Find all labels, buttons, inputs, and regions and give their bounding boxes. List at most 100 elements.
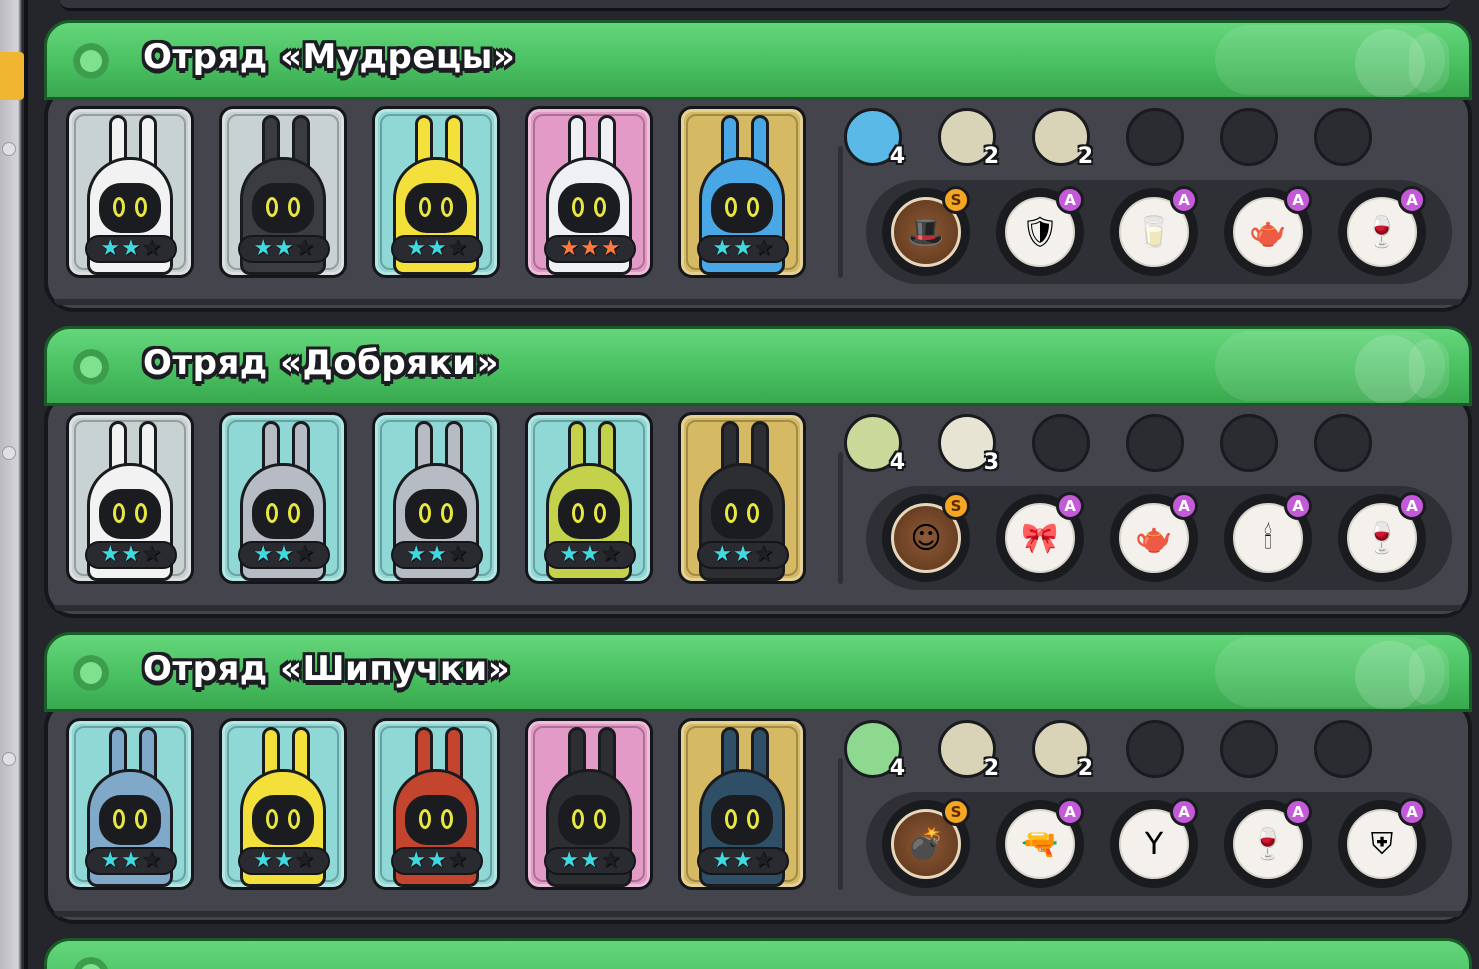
- item-slot[interactable]: ☺ S: [882, 492, 970, 582]
- sword-icon[interactable]: 2: [938, 720, 999, 781]
- star-filled-icon: ★: [100, 542, 121, 567]
- squad-panel: Отряд «Мудрецы» ★ ★ ★ ★ ★ ★ ★ ★ ★ ★ ★ ★ ★ ★ ★ 4 2 2 🎩 S 🛡 A 🥛 A 🫖…: [44, 20, 1472, 312]
- squad-title: Отряд «Мудрецы»: [143, 37, 516, 77]
- trait-count: 2: [1077, 756, 1093, 781]
- hero-card[interactable]: ★ ★ ★: [525, 718, 653, 890]
- item-slot[interactable]: 🍷 A: [1338, 492, 1426, 582]
- rank-badge: A: [1398, 186, 1426, 214]
- hero-eye: [441, 809, 453, 829]
- rank-badge: A: [1170, 798, 1198, 826]
- hero-eye: [266, 197, 278, 217]
- star-rating: ★ ★ ★: [697, 847, 789, 875]
- hero-eye: [113, 809, 125, 829]
- item-slot[interactable]: 🥛 A: [1110, 186, 1198, 276]
- star-filled-icon: ★: [559, 236, 580, 261]
- item-slot[interactable]: 🔫 A: [996, 798, 1084, 888]
- hero-face: [405, 489, 467, 539]
- target-icon[interactable]: 2: [1032, 108, 1093, 169]
- hero-card[interactable]: ★ ★ ★: [678, 412, 806, 584]
- hero-face: [558, 183, 620, 233]
- star-filled-icon: ★: [712, 236, 733, 261]
- item-slot[interactable]: 🎀 A: [996, 492, 1084, 582]
- hero-card[interactable]: ★ ★ ★: [219, 718, 347, 890]
- muscle-arm-icon[interactable]: 3: [938, 414, 999, 475]
- hero-eye: [135, 503, 147, 523]
- hero-eye: [747, 197, 759, 217]
- bomb-icon[interactable]: 4: [844, 720, 905, 781]
- sword-icon[interactable]: 2: [938, 108, 999, 169]
- star-empty-icon: ★: [600, 542, 621, 567]
- star-rating: ★ ★ ★: [544, 847, 636, 875]
- hero-card[interactable]: ★ ★ ★: [66, 106, 194, 278]
- item-slot[interactable]: 🍷 A: [1224, 798, 1312, 888]
- hero-eye: [113, 197, 125, 217]
- wizard-hat-icon[interactable]: 4: [844, 108, 905, 169]
- rank-badge: A: [1170, 492, 1198, 520]
- empty-trait-slot: [1314, 414, 1372, 472]
- item-slot[interactable]: ⛨ A: [1338, 798, 1426, 888]
- empty-trait-slot: [1220, 720, 1278, 778]
- empty-trait-slot: [1220, 414, 1278, 472]
- hero-card[interactable]: ★ ★ ★: [678, 718, 806, 890]
- hero-card[interactable]: ★ ★ ★: [372, 718, 500, 890]
- rank-badge: A: [1056, 186, 1084, 214]
- hero-card[interactable]: ★ ★ ★: [525, 106, 653, 278]
- item-slot[interactable]: 🛡 A: [996, 186, 1084, 276]
- empty-trait-slot: [1126, 108, 1184, 166]
- star-rating: ★ ★ ★: [544, 235, 636, 263]
- hero-face: [99, 183, 161, 233]
- rank-badge: A: [1056, 492, 1084, 520]
- star-empty-icon: ★: [753, 236, 774, 261]
- star-filled-icon: ★: [274, 848, 294, 873]
- hero-card[interactable]: ★ ★ ★: [678, 106, 806, 278]
- squad-header[interactable]: Отряд «Добряки»: [44, 326, 1472, 406]
- hero-face: [405, 795, 467, 845]
- star-filled-icon: ★: [121, 542, 141, 567]
- hero-card[interactable]: ★ ★ ★: [219, 106, 347, 278]
- squad-title: Отряд «Добряки»: [143, 343, 499, 383]
- trait-count: 2: [983, 756, 999, 781]
- hero-card[interactable]: ★ ★ ★: [219, 412, 347, 584]
- next-squad-header[interactable]: [44, 938, 1472, 969]
- star-rating: ★ ★ ★: [697, 541, 789, 569]
- item-tray: ☺ S 🎀 A 🫖 A 🕯 A 🍷 A: [866, 486, 1452, 590]
- hero-face: [558, 795, 620, 845]
- smile-face-icon[interactable]: 4: [844, 414, 905, 475]
- hero-eye: [594, 197, 606, 217]
- item-slot[interactable]: 🕯 A: [1224, 492, 1312, 582]
- hero-card[interactable]: ★ ★ ★: [66, 718, 194, 890]
- item-slot[interactable]: 🍷 A: [1338, 186, 1426, 276]
- rank-badge: A: [1398, 798, 1426, 826]
- star-filled-icon: ★: [406, 542, 427, 567]
- hero-card[interactable]: ★ ★ ★: [525, 412, 653, 584]
- hero-face: [99, 489, 161, 539]
- hero-eye: [288, 809, 300, 829]
- star-filled-icon: ★: [274, 236, 294, 261]
- star-empty-icon: ★: [753, 848, 774, 873]
- item-slot[interactable]: 💣 S: [882, 798, 970, 888]
- star-rating: ★ ★ ★: [238, 235, 330, 263]
- squad-header[interactable]: Отряд «Мудрецы»: [44, 20, 1472, 100]
- item-slot[interactable]: 🎩 S: [882, 186, 970, 276]
- star-filled-icon: ★: [733, 236, 753, 261]
- hero-eye: [747, 503, 759, 523]
- magic-hat-icon[interactable]: 2: [1032, 720, 1093, 781]
- hero-face: [711, 795, 773, 845]
- star-filled-icon: ★: [406, 848, 427, 873]
- item-slot[interactable]: 🫖 A: [1224, 186, 1312, 276]
- empty-trait-slot: [1314, 108, 1372, 166]
- item-slot[interactable]: 🫖 A: [1110, 492, 1198, 582]
- star-filled-icon: ★: [733, 542, 753, 567]
- hero-card[interactable]: ★ ★ ★: [66, 412, 194, 584]
- hero-card[interactable]: ★ ★ ★: [372, 412, 500, 584]
- star-filled-icon: ★: [253, 848, 274, 873]
- star-filled-icon: ★: [733, 848, 753, 873]
- hero-eye: [572, 503, 584, 523]
- item-slot[interactable]: YA: [1110, 798, 1198, 888]
- trait-count: 4: [889, 756, 905, 781]
- hero-card[interactable]: ★ ★ ★: [372, 106, 500, 278]
- hero-eye: [266, 503, 278, 523]
- side-tab[interactable]: [0, 52, 24, 100]
- trait-count: 4: [889, 450, 905, 475]
- squad-header[interactable]: Отряд «Шипучки»: [44, 632, 1472, 712]
